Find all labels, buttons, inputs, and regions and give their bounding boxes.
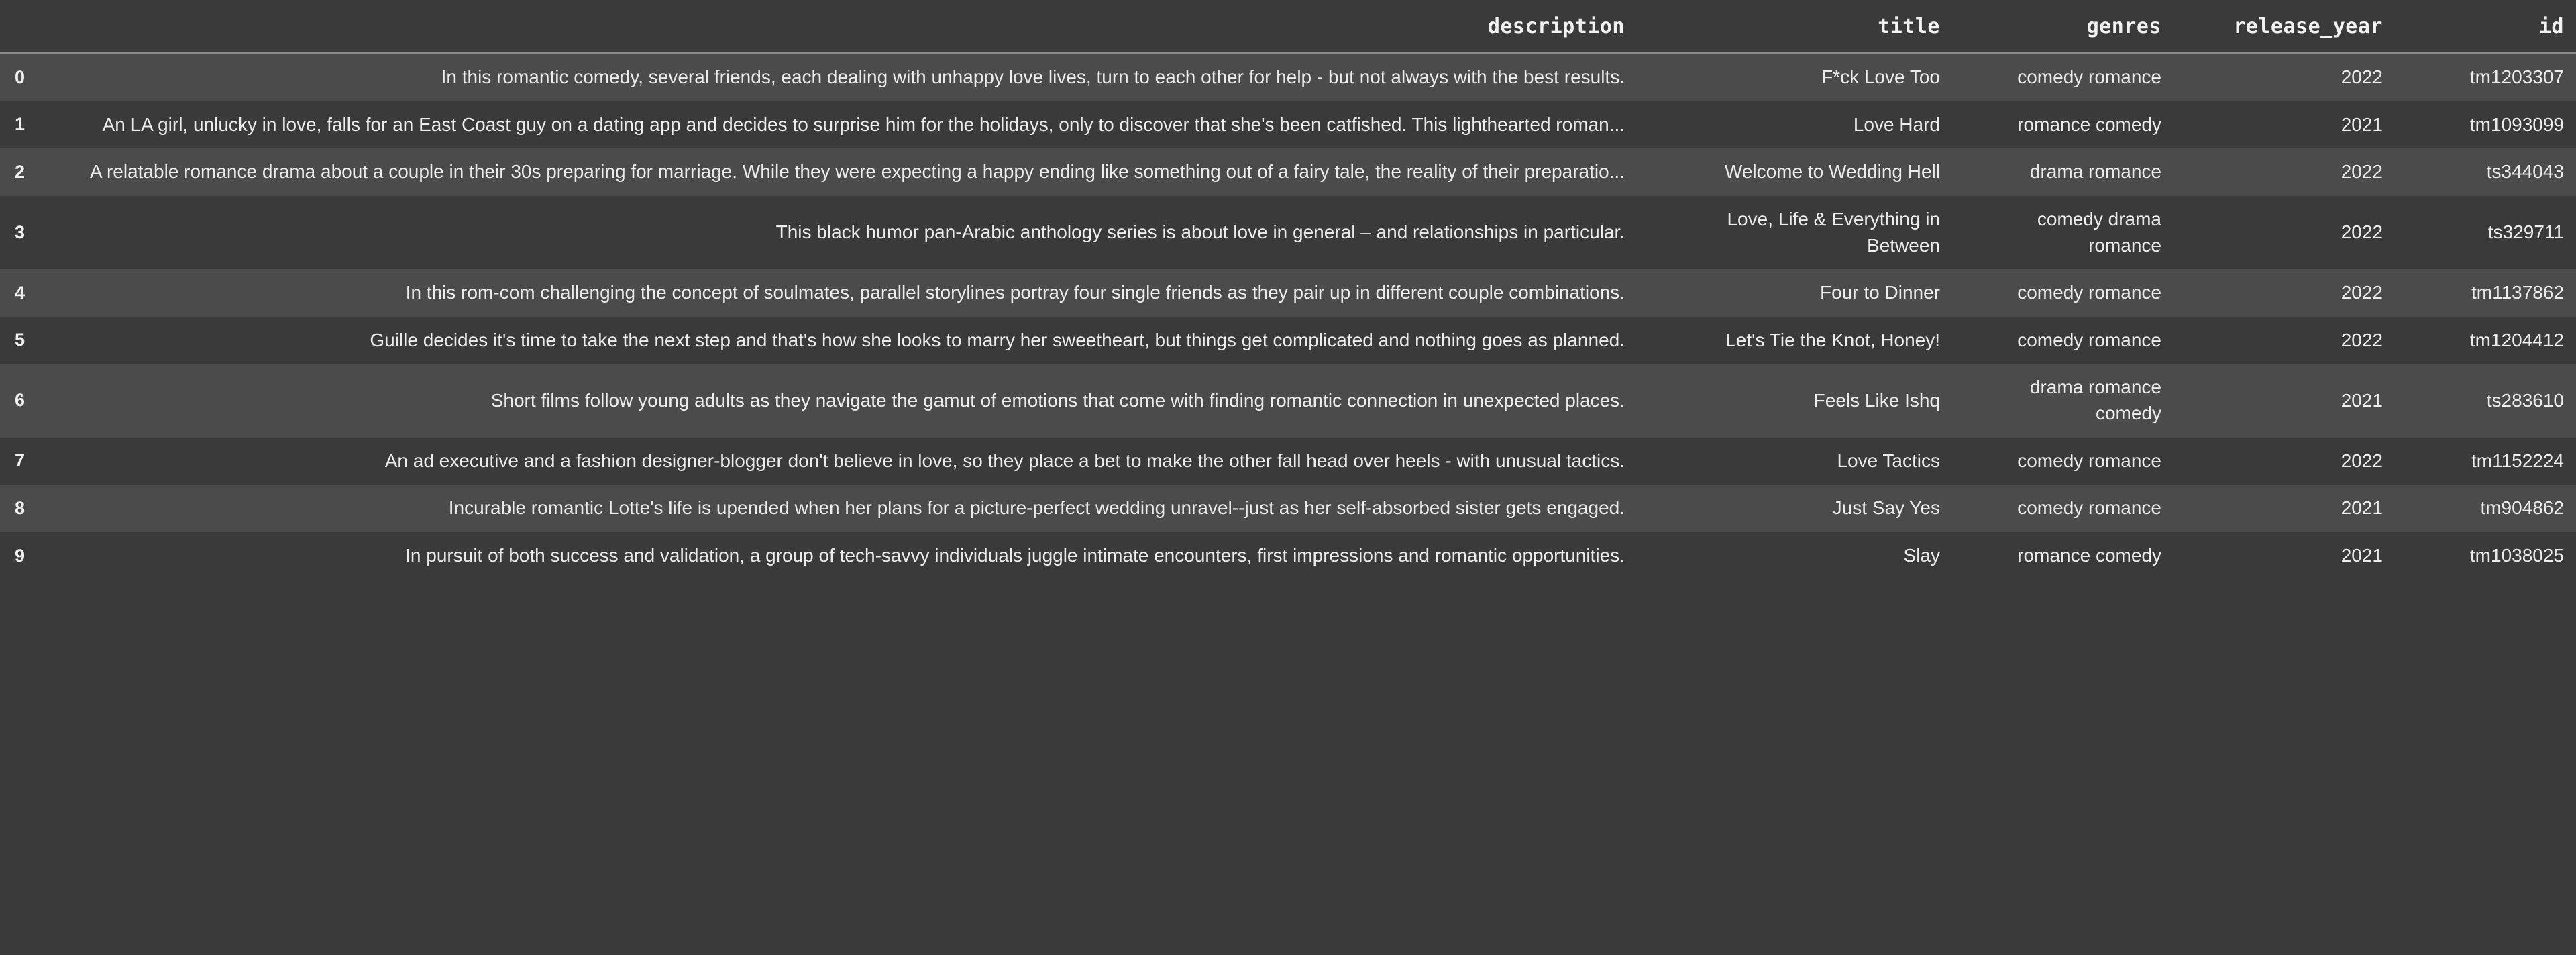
table-body: 0 In this romantic comedy, several friend… (0, 52, 2576, 580)
cell-release-year: 2021 (2341, 544, 2383, 566)
column-header-title: title (1637, 0, 1952, 53)
row-index: 4 (15, 282, 25, 303)
row-index: 8 (15, 497, 25, 518)
cell-description: In pursuit of both success and validatio… (405, 544, 1625, 566)
column-header-release-year: release_year (2174, 0, 2395, 53)
header-row: description title genres release_year id (0, 0, 2576, 53)
cell-title: F*ck Love Too (1821, 66, 1940, 87)
cell-genres: romance comedy (2017, 544, 2161, 566)
cell-genres: drama romance comedy (2029, 376, 2161, 423)
cell-title: Slay (1903, 544, 1940, 566)
table-row: 5 Guille decides it's time to take the ne… (0, 316, 2576, 364)
column-header-genres: genres (1952, 0, 2174, 53)
row-index: 1 (15, 114, 25, 135)
cell-id: tm1204412 (2469, 329, 2564, 350)
cell-genres: comedy romance (2017, 66, 2161, 87)
cell-id: ts329711 (2487, 221, 2564, 243)
table-row: 1 An LA girl, unlucky in love, falls for … (0, 101, 2576, 149)
cell-genres: comedy drama romance (2037, 208, 2161, 256)
table-row: 9 In pursuit of both success and validati… (0, 532, 2576, 580)
cell-title: Feels Like Ishq (1813, 389, 1940, 411)
cell-genres: comedy romance (2017, 497, 2161, 519)
row-index: 3 (15, 221, 25, 242)
cell-description: Guille decides it's time to take the nex… (370, 329, 1625, 350)
dataframe-table: description title genres release_year id… (0, 0, 2576, 580)
cell-title: Four to Dinner (1820, 282, 1940, 303)
table-row: 4 In this rom-com challenging the concept… (0, 269, 2576, 317)
cell-release-year: 2021 (2341, 113, 2383, 135)
cell-id: ts344043 (2486, 161, 2564, 183)
column-header-description: description (27, 0, 1637, 53)
row-index: 7 (15, 450, 25, 471)
cell-genres: comedy romance (2017, 450, 2161, 471)
cell-description: A relatable romance drama about a couple… (90, 161, 1625, 183)
cell-genres: comedy romance (2017, 282, 2161, 303)
table-row: 3 This black humor pan-Arabic anthology s… (0, 195, 2576, 270)
cell-title: Welcome to Wedding Hell (1724, 161, 1940, 183)
cell-title: Let's Tie the Knot, Honey! (1725, 329, 1940, 350)
cell-id: ts283610 (2486, 389, 2564, 411)
cell-title: Love Hard (1853, 113, 1940, 135)
cell-release-year: 2022 (2341, 282, 2383, 303)
cell-release-year: 2021 (2341, 497, 2383, 519)
cell-id: tm904862 (2480, 497, 2564, 519)
row-index: 0 (15, 66, 25, 87)
cell-release-year: 2022 (2341, 66, 2383, 87)
table-row: 8 Incurable romantic Lotte's life is upen… (0, 485, 2576, 532)
table-header: description title genres release_year id (0, 0, 2576, 53)
table-row: 7 An ad executive and a fashion designer-… (0, 437, 2576, 485)
table-row: 0 In this romantic comedy, several friend… (0, 52, 2576, 101)
cell-genres: comedy romance (2017, 329, 2161, 350)
cell-genres: romance comedy (2017, 113, 2161, 135)
table-row: 2 A relatable romance drama about a coupl… (0, 148, 2576, 196)
cell-description: An LA girl, unlucky in love, falls for a… (102, 113, 1625, 135)
cell-release-year: 2022 (2341, 329, 2383, 350)
row-index: 2 (15, 161, 25, 182)
row-index: 5 (15, 330, 25, 350)
cell-description: An ad executive and a fashion designer-b… (384, 450, 1625, 471)
cell-release-year: 2022 (2341, 221, 2383, 243)
cell-description: Incurable romantic Lotte's life is upend… (448, 497, 1625, 519)
cell-release-year: 2021 (2341, 389, 2383, 411)
cell-title: Love Tactics (1837, 450, 1940, 471)
cell-release-year: 2022 (2341, 450, 2383, 471)
cell-release-year: 2022 (2341, 161, 2383, 183)
cell-description: In this rom-com challenging the concept … (405, 282, 1625, 303)
cell-id: tm1093099 (2469, 113, 2564, 135)
cell-id: tm1203307 (2469, 66, 2564, 87)
dataframe-container: description title genres release_year id… (0, 0, 2576, 955)
cell-id: tm1137862 (2471, 282, 2564, 303)
cell-id: tm1152224 (2471, 450, 2564, 471)
cell-description: This black humor pan-Arabic anthology se… (775, 221, 1625, 243)
column-header-id: id (2395, 0, 2576, 53)
cell-description: Short films follow young adults as they … (490, 389, 1625, 411)
column-header-index (0, 0, 27, 53)
cell-title: Just Say Yes (1832, 497, 1940, 519)
row-index: 6 (15, 390, 25, 411)
cell-genres: drama romance (2029, 161, 2161, 183)
cell-title: Love, Life & Everything in Between (1727, 208, 1940, 256)
row-index: 9 (15, 545, 25, 566)
cell-id: tm1038025 (2469, 544, 2564, 566)
table-row: 6 Short films follow young adults as they… (0, 364, 2576, 438)
cell-description: In this romantic comedy, several friends… (441, 66, 1625, 87)
